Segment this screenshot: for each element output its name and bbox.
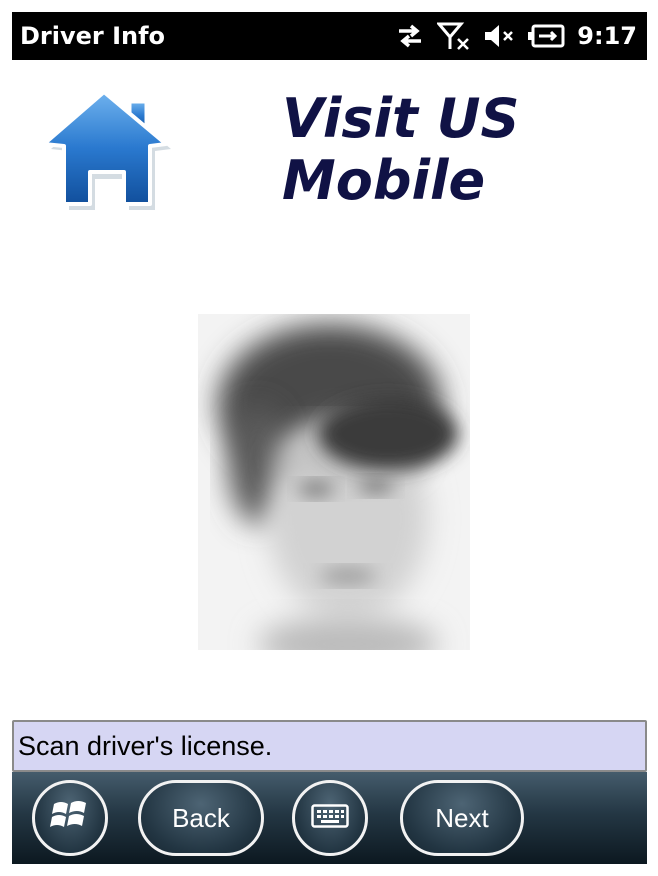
brand-title: Visit US Mobile [282,88,582,212]
start-button[interactable] [32,780,108,856]
next-button[interactable]: Next [400,780,524,856]
prompt-text: Scan driver's license. [18,731,273,761]
title-bar: Driver Info 9:17 [12,12,647,60]
status-icons: 9:17 [395,20,637,52]
back-button[interactable]: Back [138,780,264,856]
clock: 9:17 [577,22,637,50]
battery-charging-icon[interactable] [527,23,565,49]
keyboard-icon [311,804,349,832]
screen: Driver Info 9:17 Visit US Mobile Scan dr… [12,12,647,864]
speaker-muted-icon[interactable] [483,22,515,50]
back-button-label: Back [172,802,230,833]
softkey-bar: Back Next [12,772,647,864]
no-signal-icon[interactable] [437,21,471,51]
driver-photo [198,314,470,650]
keyboard-button[interactable] [292,780,368,856]
next-button-label: Next [435,802,489,833]
home-button[interactable] [36,84,172,211]
windows-start-icon [50,798,90,838]
app-title: Driver Info [20,22,166,50]
brand-line-1: Visit US [282,87,520,150]
data-sync-icon[interactable] [395,22,425,50]
home-icon [36,90,172,214]
brand-line-2: Mobile [282,149,486,212]
status-prompt: Scan driver's license. [12,720,647,772]
